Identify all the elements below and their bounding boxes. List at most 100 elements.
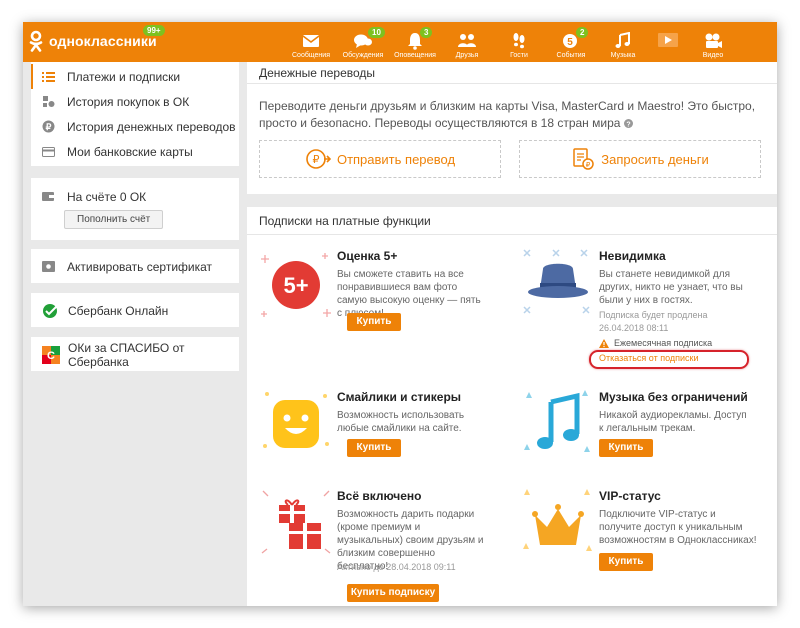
transfers-description: Переводите деньги друзьям и близким на к… xyxy=(259,98,764,132)
purchase-history-icon xyxy=(42,95,55,108)
nav-music[interactable]: Музыка xyxy=(597,22,649,62)
nav-badge: 2 xyxy=(576,27,589,38)
music-note-icon xyxy=(615,32,630,48)
sidebar-item-transfer-history[interactable]: ₽ История денежных переводов xyxy=(31,114,239,139)
nav-label: Обсуждения xyxy=(342,52,384,59)
sidebar-item-label: Мои банковские карты xyxy=(67,144,193,159)
nav-label: Оповещения xyxy=(394,52,436,59)
nav-badge: 10 xyxy=(368,27,385,38)
nav-video[interactable]: Видео xyxy=(687,22,739,62)
nav-label: Гости xyxy=(510,52,528,59)
crown-icon xyxy=(523,489,592,551)
top-bar: одноклассники 99+ Сообщения 10 Обсуждени… xyxy=(23,22,777,62)
nav-messages[interactable]: Сообщения xyxy=(285,22,337,62)
certificate-icon xyxy=(42,260,55,273)
nav-events[interactable]: 5 2 События xyxy=(545,22,597,62)
certificate-label: Активировать сертификат xyxy=(67,259,213,274)
sidebar-item-bank-cards[interactable]: Мои банковские карты xyxy=(31,139,239,164)
warning-icon xyxy=(599,338,609,348)
nav-label: Музыка xyxy=(610,52,636,59)
feature-title: Невидимка xyxy=(599,249,666,263)
sidebar-item-label: Платежи и подписки xyxy=(67,69,181,84)
logo[interactable]: одноклассники 99+ xyxy=(29,25,165,52)
invoice-icon: ₽ xyxy=(573,148,595,170)
svg-text:₽: ₽ xyxy=(46,122,52,132)
ruble-arrow-icon: ₽ xyxy=(306,149,331,169)
feature-title: Смайлики и стикеры xyxy=(337,390,462,404)
balance-label: На счёте 0 ОК xyxy=(67,189,147,204)
feature-stickers: Смайлики и стикеры Возможность использов… xyxy=(247,390,502,470)
nav-label: Друзья xyxy=(455,52,479,59)
info-icon[interactable]: ? xyxy=(623,119,633,129)
nav-guests[interactable]: Гости xyxy=(493,22,545,62)
section-title: Подписки на платные функции xyxy=(259,213,431,228)
feature-all-inclusive: Всё включено Возможность дарить подарки … xyxy=(247,489,502,605)
monthly-label: Ежемесячная подписка xyxy=(614,338,713,348)
music-note-large-icon xyxy=(524,390,590,452)
feature-title: VIP-статус xyxy=(599,489,661,503)
brand-name: одноклассники xyxy=(49,33,157,49)
rating-badge: 5+ xyxy=(283,273,308,298)
feature-description: Возможность использовать любые смайлики … xyxy=(337,410,465,434)
transfers-card: Денежные переводы Переводите деньги друз… xyxy=(247,62,777,194)
subscriptions-header: Подписки на платные функции xyxy=(247,207,777,235)
nav-play[interactable] xyxy=(649,22,687,62)
buy-stickers-button[interactable]: Купить xyxy=(347,439,401,457)
feature-description: Вы станете невидимкой для других, никто … xyxy=(599,269,743,306)
nav-badge: 3 xyxy=(420,27,433,38)
nav-label: Сообщения xyxy=(292,52,330,59)
buy-vip-button[interactable]: Купить xyxy=(599,553,653,571)
ok-logo-icon xyxy=(29,30,43,52)
spasibo-label: ОКи за СПАСИБО от Сбербанка xyxy=(68,340,185,369)
sberbank-block: Сбербанк Онлайн xyxy=(31,293,239,327)
feature-title: Музыка без ограничений xyxy=(599,390,748,404)
certificate-block: Активировать сертификат xyxy=(31,249,239,283)
sidebar-item-payments[interactable]: Платежи и подписки xyxy=(31,64,239,89)
envelope-icon xyxy=(302,35,320,47)
send-transfer-button[interactable]: ₽ Отправить перевод xyxy=(259,140,501,178)
section-title: Денежные переводы xyxy=(259,65,376,80)
smiley-sticker-icon xyxy=(263,392,329,448)
active-until: Активно до 28.04.2018 09:11 xyxy=(337,562,456,572)
buy-music-button[interactable]: Купить xyxy=(599,439,653,457)
spasibo-logo-icon: C xyxy=(42,345,60,364)
spasibo-bonus[interactable]: C ОКи за СПАСИБО от Сбербанка xyxy=(31,340,239,369)
brand-badge: 99+ xyxy=(143,25,165,36)
activate-certificate[interactable]: Активировать сертификат xyxy=(31,254,239,279)
transfers-header: Денежные переводы xyxy=(247,62,777,84)
sidebar-item-label: История покупок в ОК xyxy=(67,94,190,109)
bank-card-icon xyxy=(42,145,55,158)
feature-rating: 5+ Оценка 5+ Вы сможете ставить на все п… xyxy=(247,249,502,359)
invisible-hat-icon xyxy=(523,249,590,314)
nav-friends[interactable]: Друзья xyxy=(441,22,493,62)
video-camera-icon xyxy=(705,33,722,48)
svg-text:₽: ₽ xyxy=(586,161,591,169)
nav-notifications[interactable]: 3 Оповещения xyxy=(389,22,441,62)
friends-icon xyxy=(458,34,476,47)
unsubscribe-link[interactable]: Отказаться от подписки xyxy=(599,353,699,363)
renewal-note: Подписка будет продлена xyxy=(599,310,708,320)
svg-text:₽: ₽ xyxy=(312,153,319,166)
transfers-text: Переводите деньги друзьям и близким на к… xyxy=(259,99,756,130)
feature-vip: VIP-статус Подключите VIP-статус и получ… xyxy=(509,489,764,589)
request-label: Запросить деньги xyxy=(601,151,709,167)
feature-invisible: Невидимка Вы станете невидимкой для друг… xyxy=(509,249,764,389)
footprints-icon xyxy=(513,33,525,49)
rating-five-plus-icon: 5+ xyxy=(261,253,331,317)
top-up-button[interactable]: Пополнить счёт xyxy=(64,210,164,229)
sidebar-item-purchase-history[interactable]: История покупок в ОК xyxy=(31,89,239,114)
sberbank-label: Сбербанк Онлайн xyxy=(68,303,169,318)
buy-subscription-button[interactable]: Купить подписку xyxy=(347,584,439,602)
buy-rating-button[interactable]: Купить xyxy=(347,313,401,331)
balance-block: На счёте 0 ОК Пополнить счёт xyxy=(31,178,239,240)
feature-title: Оценка 5+ xyxy=(337,249,398,263)
sberbank-logo-icon xyxy=(42,303,60,318)
svg-text:?: ? xyxy=(626,122,630,129)
wallet-icon xyxy=(42,190,55,203)
nav-discussions[interactable]: 10 Обсуждения xyxy=(337,22,389,62)
nav-label: Видео xyxy=(702,52,724,59)
sberbank-online[interactable]: Сбербанк Онлайн xyxy=(31,298,239,323)
svg-text:5: 5 xyxy=(567,37,573,48)
request-money-button[interactable]: ₽ Запросить деньги xyxy=(519,140,761,178)
balance-row: На счёте 0 ОК xyxy=(31,184,239,209)
